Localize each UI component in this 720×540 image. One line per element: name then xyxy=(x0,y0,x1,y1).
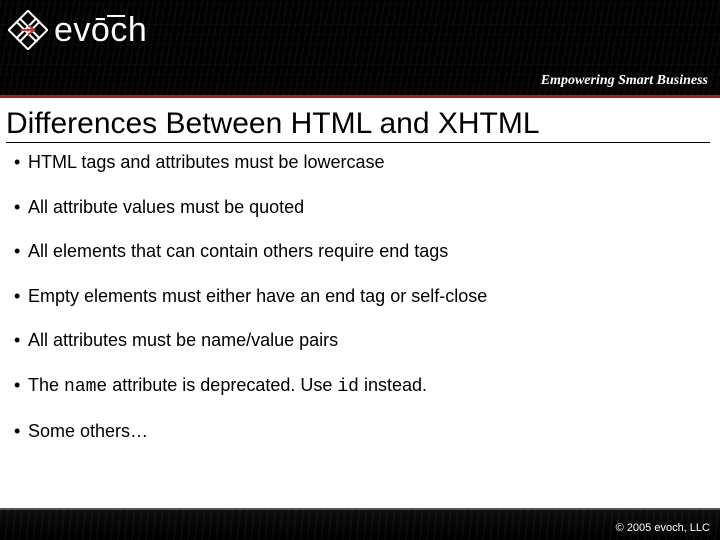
list-item: All elements that can contain others req… xyxy=(28,240,710,263)
footer-texture xyxy=(0,510,720,540)
copyright: © 2005 evoch, LLC xyxy=(616,522,710,534)
code-name: name xyxy=(64,377,107,397)
slide-title: Differences Between HTML and XHTML xyxy=(6,106,710,143)
list-item: The name attribute is deprecated. Use id… xyxy=(28,374,710,399)
bullet-list: HTML tags and attributes must be lowerca… xyxy=(6,151,710,443)
list-item: All attributes must be name/value pairs xyxy=(28,329,710,352)
list-item: Some others… xyxy=(28,420,710,443)
slide-content: Differences Between HTML and XHTML HTML … xyxy=(0,98,720,443)
brand-name: evōch xyxy=(54,11,147,50)
logo-mark-icon xyxy=(8,10,48,50)
list-item: Empty elements must either have an end t… xyxy=(28,285,710,308)
list-item: HTML tags and attributes must be lowerca… xyxy=(28,151,710,174)
tagline: Empowering Smart Business xyxy=(541,73,708,89)
list-item: All attribute values must be quoted xyxy=(28,196,710,219)
brand-logo: evōch xyxy=(8,10,147,50)
slide-footer: © 2005 evoch, LLC xyxy=(0,508,720,540)
slide-header: evōch Empowering Smart Business xyxy=(0,0,720,98)
code-id: id xyxy=(337,377,359,397)
